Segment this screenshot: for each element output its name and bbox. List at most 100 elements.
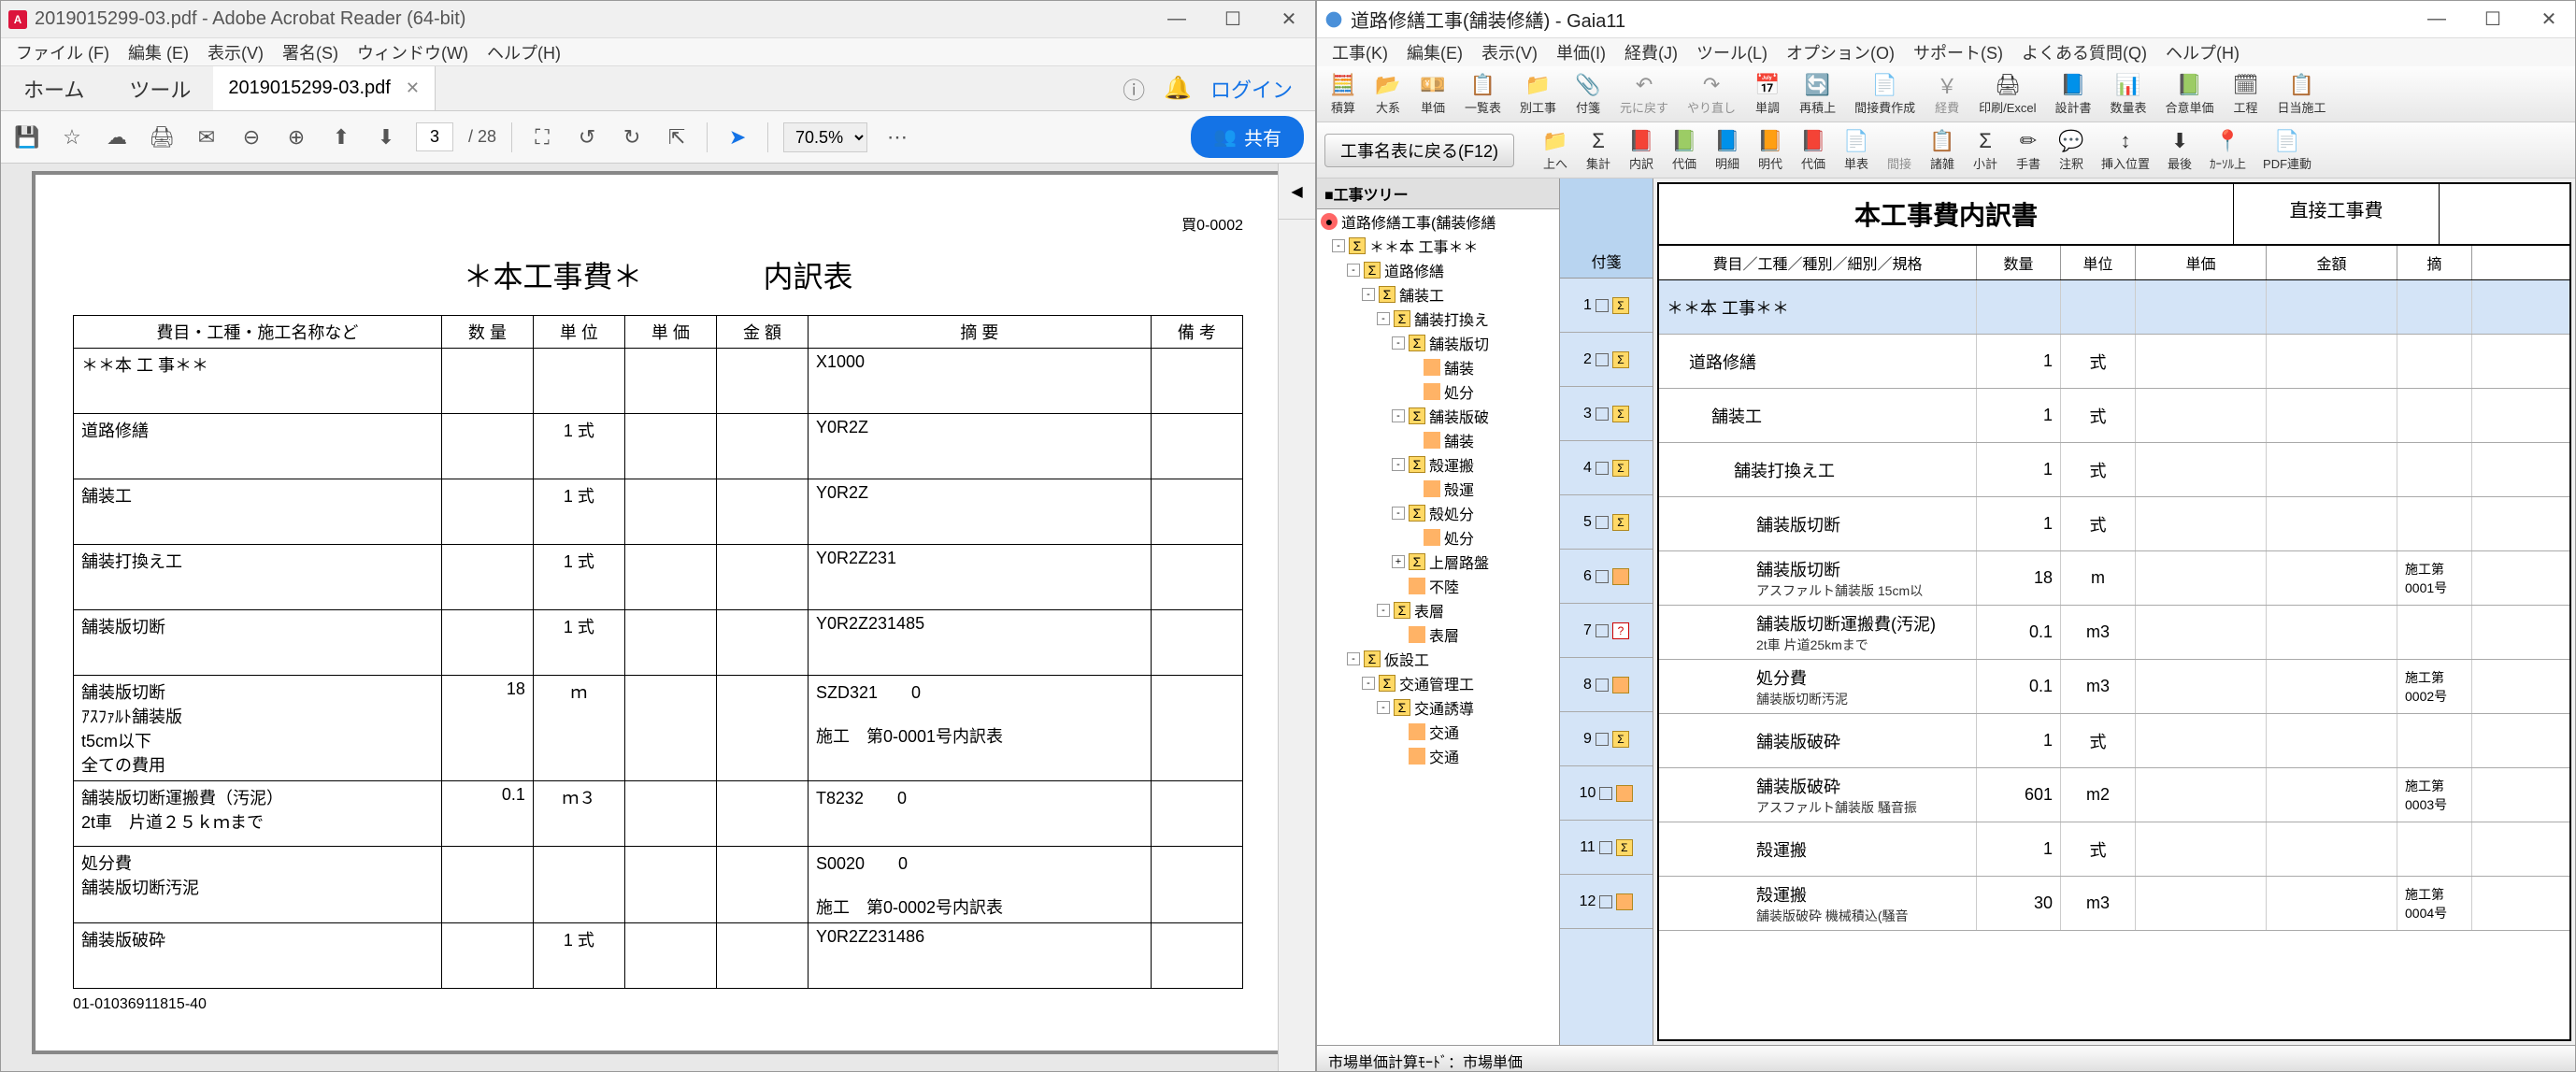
grid-header[interactable]: 摘 xyxy=(2397,246,2472,279)
tree-node[interactable]: -Σ仮設工 xyxy=(1317,647,1559,671)
tree-toggle-icon[interactable]: - xyxy=(1377,701,1390,714)
grid-header[interactable]: 費目／工種／種別／細別／規格 xyxy=(1659,246,1977,279)
row-number-cell[interactable]: 10 xyxy=(1560,766,1653,821)
toolbar-ｶｰｿﾙ上[interactable]: 📍ｶｰｿﾙ上 xyxy=(2204,126,2252,174)
toolbar-日当施工[interactable]: 📋日当施工 xyxy=(2272,70,2332,118)
grid-row[interactable]: 舗装打換え工 1 式 xyxy=(1659,443,2569,497)
grid-row[interactable]: 舗装版切断 1 式 xyxy=(1659,497,2569,551)
menu-item[interactable]: ファイル (F) xyxy=(8,36,117,68)
toolbar-注釈[interactable]: 💬注釈 xyxy=(2053,126,2090,174)
tree-node[interactable]: 不陸 xyxy=(1317,574,1559,598)
menu-item[interactable]: 署名(S) xyxy=(275,36,346,68)
mail-icon[interactable]: ✉ xyxy=(192,122,222,152)
row-checkbox[interactable] xyxy=(1599,841,1612,854)
grid-row[interactable]: 舗装版破砕アスファルト舗装版 騒音振 601 m2 施工第 0003号 xyxy=(1659,768,2569,822)
tree-toggle-icon[interactable]: - xyxy=(1362,677,1375,690)
menu-item[interactable]: 編集 (E) xyxy=(121,36,196,68)
zoom-out-icon[interactable]: ⊖ xyxy=(236,122,266,152)
grid-header[interactable]: 金額 xyxy=(2267,246,2397,279)
tree-node[interactable]: 処分 xyxy=(1317,525,1559,550)
row-checkbox[interactable] xyxy=(1596,516,1609,529)
tree-node[interactable]: -Σ道路修繕 xyxy=(1317,258,1559,282)
toolbar-代価[interactable]: 📗代価 xyxy=(1666,126,1703,174)
tab-close-icon[interactable]: ✕ xyxy=(406,79,420,98)
tree-toggle-icon[interactable]: - xyxy=(1392,336,1405,350)
row-number-cell[interactable]: 2Σ xyxy=(1560,333,1653,387)
toolbar-間接費作成[interactable]: 📄間接費作成 xyxy=(1849,70,1921,118)
fit-icon[interactable]: ⛶ xyxy=(527,122,557,152)
tree-toggle-icon[interactable]: - xyxy=(1377,312,1390,325)
rotate-ccw-icon[interactable]: ↺ xyxy=(572,122,602,152)
tree-node[interactable]: 交通 xyxy=(1317,720,1559,744)
tree-toggle-icon[interactable]: - xyxy=(1347,264,1360,277)
row-number-cell[interactable]: 3Σ xyxy=(1560,387,1653,441)
grid-header[interactable]: 数量 xyxy=(1977,246,2061,279)
more-icon[interactable]: ⋯ xyxy=(882,122,912,152)
row-checkbox[interactable] xyxy=(1596,353,1609,366)
toolbar-一覧表[interactable]: 📋一覧表 xyxy=(1459,70,1507,118)
row-number-cell[interactable]: 7? xyxy=(1560,604,1653,658)
gaia-minimize-button[interactable]: — xyxy=(2418,6,2455,34)
toolbar-集計[interactable]: Σ集計 xyxy=(1580,126,1617,174)
tree-toggle-icon[interactable]: - xyxy=(1377,604,1390,617)
tree-node[interactable]: +Σ上層路盤 xyxy=(1317,550,1559,574)
maximize-button[interactable]: ☐ xyxy=(1214,6,1252,34)
grid-row[interactable]: 道路修繕 1 式 xyxy=(1659,335,2569,389)
cloud-icon[interactable]: ☁ xyxy=(102,122,132,152)
gaia-menu-item[interactable]: 経費(J) xyxy=(1617,36,1685,68)
grid-row[interactable]: 処分費舗装版切断汚泥 0.1 m3 施工第 0002号 xyxy=(1659,660,2569,714)
cost-grid[interactable]: 本工事費内訳書 直接工事費 費目／工種／種別／細別／規格数量単位単価金額摘 ＊＊… xyxy=(1657,182,2571,1041)
zoom-in-icon[interactable]: ⊕ xyxy=(281,122,311,152)
toolbar-設計書[interactable]: 📘設計書 xyxy=(2050,70,2097,118)
project-tree[interactable]: ■工事ツリー ● 道路修繕工事(舗装修繕 -Σ＊＊本 工事＊＊-Σ道路修繕-Σ舗… xyxy=(1317,179,1560,1045)
tree-toggle-icon[interactable]: - xyxy=(1392,409,1405,422)
tree-node[interactable]: 交通 xyxy=(1317,744,1559,768)
crop-icon[interactable]: ⇱ xyxy=(662,122,692,152)
grid-row[interactable]: ＊＊本 工事＊＊ xyxy=(1659,280,2569,335)
gaia-maximize-button[interactable]: ☐ xyxy=(2474,6,2512,34)
tree-toggle-icon[interactable]: - xyxy=(1362,288,1375,301)
row-number-cell[interactable]: 12 xyxy=(1560,875,1653,929)
gaia-menu-item[interactable]: サポート(S) xyxy=(1906,36,2011,68)
help-icon[interactable]: ⓘ xyxy=(1123,72,1145,105)
menu-item[interactable]: ヘルプ(H) xyxy=(479,36,568,68)
toolbar-最後[interactable]: ⬇最後 xyxy=(2161,126,2198,174)
toolbar-合意単価[interactable]: 📗合意単価 xyxy=(2160,70,2220,118)
tree-node[interactable]: -Σ殻処分 xyxy=(1317,501,1559,525)
share-button[interactable]: 👥 共有 xyxy=(1191,116,1304,158)
grid-row[interactable]: 舗装版切断運搬費(汚泥)2t車 片道25kmまで 0.1 m3 xyxy=(1659,606,2569,660)
tree-node[interactable]: -Σ殻運搬 xyxy=(1317,452,1559,477)
grid-header[interactable]: 単価 xyxy=(2136,246,2267,279)
tree-node[interactable]: -Σ舗装版破 xyxy=(1317,404,1559,428)
gaia-menu-item[interactable]: 工事(K) xyxy=(1324,36,1395,68)
toolbar-明細[interactable]: 📘明細 xyxy=(1709,126,1746,174)
tree-node[interactable]: -Σ舗装打換え xyxy=(1317,307,1559,331)
tree-node[interactable]: -Σ舗装版切 xyxy=(1317,331,1559,355)
row-checkbox[interactable] xyxy=(1596,733,1609,746)
row-number-cell[interactable]: 6 xyxy=(1560,550,1653,604)
row-number-cell[interactable]: 5Σ xyxy=(1560,495,1653,550)
row-checkbox[interactable] xyxy=(1596,299,1609,312)
toolbar-代価[interactable]: 📕代価 xyxy=(1795,126,1832,174)
grid-row[interactable]: 舗装工 1 式 xyxy=(1659,389,2569,443)
gaia-menu-item[interactable]: ヘルプ(H) xyxy=(2158,36,2247,68)
gaia-menu-item[interactable]: 編集(E) xyxy=(1399,36,1470,68)
row-checkbox[interactable] xyxy=(1596,462,1609,475)
back-button[interactable]: 工事名表に戻る(F12) xyxy=(1324,134,1514,167)
print-icon[interactable]: 🖨 xyxy=(147,122,177,152)
toolbar-諸雑[interactable]: 📋諸雑 xyxy=(1924,126,1961,174)
page-down-icon[interactable]: ⬇ xyxy=(371,122,401,152)
row-checkbox[interactable] xyxy=(1599,895,1612,908)
save-icon[interactable]: 💾 xyxy=(12,122,42,152)
toolbar-挿入位置[interactable]: ↕挿入位置 xyxy=(2096,126,2155,174)
zoom-select[interactable]: 70.5% xyxy=(783,122,867,152)
tree-node[interactable]: 舗装 xyxy=(1317,355,1559,379)
tree-toggle-icon[interactable]: + xyxy=(1392,555,1405,568)
toolbar-付箋[interactable]: 📎付箋 xyxy=(1569,70,1607,118)
tree-toggle-icon[interactable]: - xyxy=(1392,507,1405,520)
toolbar-再積上[interactable]: 🔄再積上 xyxy=(1794,70,1841,118)
star-icon[interactable]: ☆ xyxy=(57,122,87,152)
tree-node[interactable]: -Σ舗装工 xyxy=(1317,282,1559,307)
tree-node[interactable]: 舗装 xyxy=(1317,428,1559,452)
row-checkbox[interactable] xyxy=(1596,570,1609,583)
